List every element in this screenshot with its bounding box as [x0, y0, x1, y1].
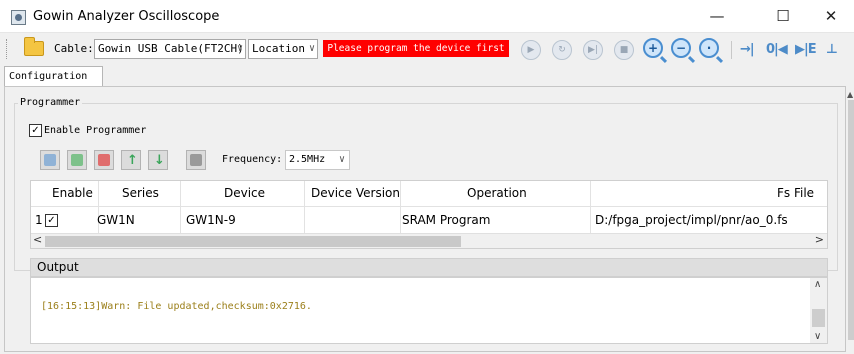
scrollbar-thumb[interactable]: [848, 100, 854, 340]
row-index: 1: [35, 213, 43, 227]
scroll-right-icon[interactable]: >: [815, 233, 824, 246]
open-folder-icon[interactable]: [24, 37, 44, 56]
program-icon[interactable]: [186, 150, 206, 170]
go-to-trigger-icon[interactable]: 0|◀: [766, 42, 788, 57]
window-title: Gowin Analyzer Oscilloscope: [33, 9, 220, 24]
header-divider: [31, 206, 827, 207]
add-device-icon[interactable]: [67, 150, 87, 170]
move-up-icon[interactable]: ↑: [121, 150, 141, 170]
remove-device-icon[interactable]: [94, 150, 114, 170]
title-bar: Gowin Analyzer Oscilloscope — ☐ ✕: [0, 0, 854, 33]
zoom-out-icon[interactable]: −: [671, 38, 691, 58]
row-fs-file[interactable]: D:/fpga_project/impl/pnr/ao_0.fs: [595, 213, 788, 227]
scroll-down-icon[interactable]: ∨: [814, 331, 821, 342]
row-enable-checkbox[interactable]: ✓: [45, 214, 58, 227]
row-series[interactable]: GW1N: [97, 213, 135, 227]
chevron-down-icon: ∨: [308, 43, 315, 54]
output-log: [16:15:13]Warn: File updated,checksum:0x…: [30, 277, 828, 344]
scroll-left-icon[interactable]: <: [33, 233, 42, 246]
program-warning-banner: Please program the device first: [323, 40, 509, 57]
chevron-down-icon: ∨: [236, 43, 243, 54]
scrollbar-thumb[interactable]: [45, 236, 461, 247]
chevron-down-icon: ∨: [338, 154, 345, 165]
run-icon[interactable]: ▶: [521, 40, 541, 60]
zoom-in-icon[interactable]: +: [643, 38, 663, 58]
scrollbar-thumb[interactable]: [812, 309, 825, 327]
column-header-series[interactable]: Series: [122, 186, 159, 200]
next-marker-icon[interactable]: ▶|E: [795, 42, 817, 57]
table-horizontal-scrollbar[interactable]: < >: [31, 233, 827, 248]
location-select[interactable]: Location ∨: [248, 39, 318, 59]
column-divider[interactable]: [180, 181, 181, 234]
cable-label: Cable:: [54, 42, 94, 55]
column-divider[interactable]: [400, 181, 401, 234]
frequency-select-value: 2.5MHz: [289, 154, 326, 165]
row-operation[interactable]: SRAM Program: [402, 213, 490, 227]
loop-icon[interactable]: ↻: [552, 40, 572, 60]
column-header-enable[interactable]: Enable: [52, 186, 93, 200]
programmer-group-title: Programmer: [18, 97, 83, 108]
trigger-edge-icon[interactable]: ⊥: [826, 42, 838, 57]
cable-select-value: Gowin USB Cable(FT2CH): [98, 42, 244, 55]
cable-select[interactable]: Gowin USB Cable(FT2CH) ∨: [94, 39, 246, 59]
scroll-up-icon[interactable]: ∧: [814, 279, 821, 290]
zoom-fit-icon[interactable]: ·: [699, 38, 719, 58]
output-vertical-scrollbar[interactable]: ∧ ∨: [810, 278, 827, 343]
step-icon[interactable]: ▶|: [583, 40, 603, 60]
panel-vertical-scrollbar[interactable]: ▲: [847, 86, 854, 352]
row-device[interactable]: GW1N-9: [186, 213, 236, 227]
enable-programmer-checkbox[interactable]: ✓: [29, 124, 42, 137]
tab-configuration[interactable]: Configuration: [4, 66, 103, 87]
oscilloscope-app-icon: [11, 10, 26, 25]
go-to-end-icon[interactable]: →|: [740, 42, 755, 57]
scroll-up-icon[interactable]: ▲: [847, 90, 853, 99]
move-down-icon[interactable]: ↓: [148, 150, 168, 170]
enable-programmer-label: Enable Programmer: [44, 125, 147, 136]
column-divider[interactable]: [304, 181, 305, 234]
main-toolbar: Cable: Gowin USB Cable(FT2CH) ∨ Location…: [0, 33, 854, 65]
minimize-button[interactable]: —: [694, 0, 740, 33]
frequency-label: Frequency:: [222, 154, 283, 165]
close-button[interactable]: ✕: [808, 0, 854, 33]
stop-icon[interactable]: ■: [614, 40, 634, 60]
column-header-device-version[interactable]: Device Version: [311, 186, 400, 200]
log-line: [16:15:13]Warn: File updated,checksum:0x…: [41, 301, 312, 312]
column-divider[interactable]: [590, 181, 591, 234]
scan-device-icon[interactable]: [40, 150, 60, 170]
frequency-select[interactable]: 2.5MHz ∨: [285, 150, 350, 170]
toolbar-separator: [731, 41, 732, 59]
maximize-button[interactable]: ☐: [760, 0, 806, 33]
column-header-operation[interactable]: Operation: [467, 186, 527, 200]
column-header-device[interactable]: Device: [224, 186, 265, 200]
location-select-value: Location: [252, 42, 305, 55]
output-header: Output: [30, 258, 828, 277]
column-header-fs-file[interactable]: Fs File: [777, 186, 814, 200]
toolbar-grip-icon[interactable]: [6, 39, 9, 59]
